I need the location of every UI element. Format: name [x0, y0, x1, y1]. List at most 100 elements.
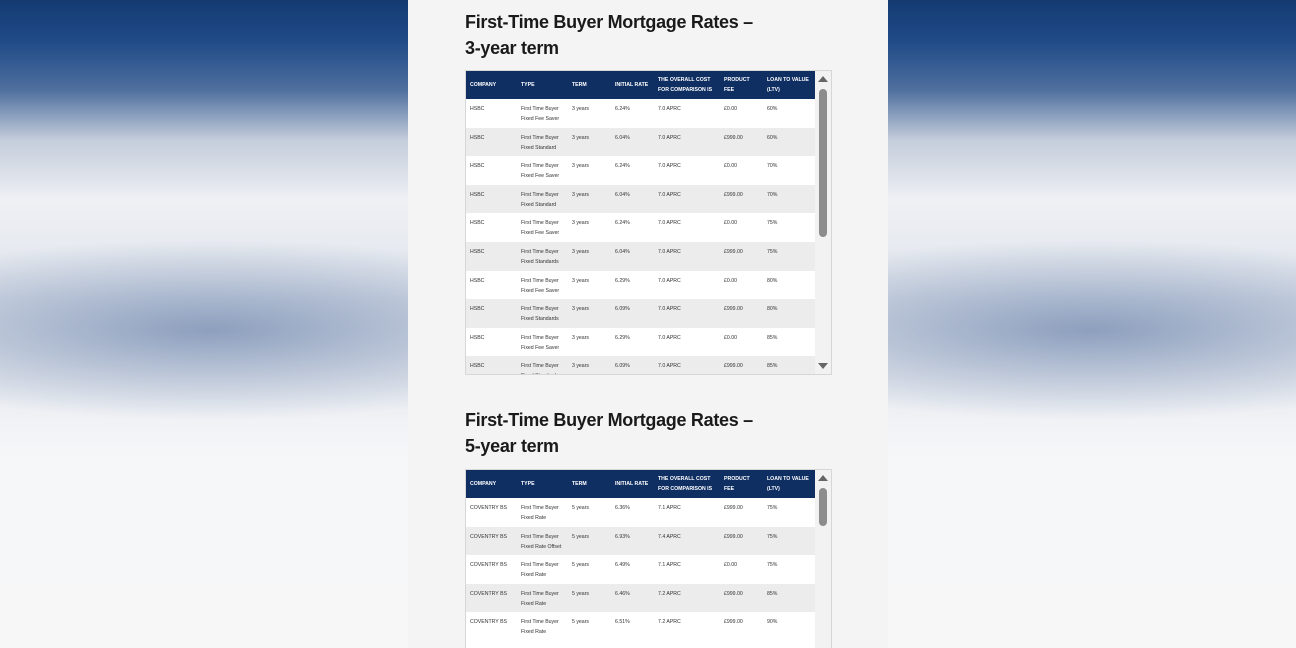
- cell-ltv: 85%: [763, 583, 815, 613]
- header-overall-cost: THE OVERALL COST FOR COMPARISON IS: [654, 71, 720, 99]
- cell-initial-rate: 6.29%: [611, 327, 654, 357]
- cell-company: HSBC: [466, 184, 517, 214]
- cell-overall-cost: 7.0 APRC: [654, 127, 720, 157]
- header-initial-rate: INITIAL RATE: [611, 470, 654, 498]
- cell-initial-rate: 6.36%: [611, 498, 654, 527]
- table-scrollbar[interactable]: [815, 71, 831, 374]
- cell-overall-cost: 7.4 APRC: [654, 526, 720, 556]
- cell-company: HSBC: [466, 327, 517, 357]
- cell-ltv: 80%: [763, 270, 815, 300]
- cell-type-line2: Fixed Fee Saver: [521, 344, 560, 351]
- cell-overall-cost: 7.0 APRC: [654, 184, 720, 214]
- cell-ltv: 70%: [763, 156, 815, 185]
- header-ltv: LOAN TO VALUE (LTV): [763, 71, 815, 99]
- header-initial-rate: INITIAL RATE: [611, 71, 654, 99]
- table-row: HSBC First Time Buyer Fixed Standards 3 yea…: [466, 356, 815, 374]
- cell-type-line1: First Time Buyer: [521, 334, 559, 341]
- section-title-5-year: First-Time Buyer Mortgage Rates – 5-year…: [465, 407, 765, 459]
- cell-company: HSBC: [466, 270, 517, 300]
- cell-initial-rate: 6.51%: [611, 612, 654, 641]
- cell-ltv: 75%: [763, 555, 815, 584]
- table-header-row: COMPANY TYPE TERM INITIAL RATE THE OVERA…: [466, 71, 815, 99]
- cell-product-fee: £0.00: [720, 555, 763, 584]
- cell-initial-rate: 6.04%: [611, 127, 654, 157]
- cell-company: COVENTRY BS: [466, 612, 517, 641]
- cell-company: HSBC: [466, 299, 517, 328]
- table-row: COVENTRY BS First Time Buyer Fixed Rate 5 y…: [466, 612, 815, 641]
- cell-overall-cost: 7.1 APRC: [654, 555, 720, 584]
- cell-ltv: 85%: [763, 327, 815, 357]
- table-row: HSBC First Time Buyer Fixed Standards 3 yea…: [466, 241, 815, 271]
- cell-initial-rate: 6.24%: [611, 99, 654, 128]
- cell-ltv: 60%: [763, 127, 815, 157]
- cell-type-line1: First Time Buyer: [521, 306, 559, 313]
- cell-overall-cost: 7.0 APRC: [654, 356, 720, 374]
- section-title-3-year: First-Time Buyer Mortgage Rates – 3-year…: [465, 9, 765, 61]
- cell-company: HSBC: [466, 99, 517, 128]
- cell-type: First Time Buyer Fixed Rate: [517, 555, 568, 584]
- cell-overall-cost: 7.0 APRC: [654, 156, 720, 185]
- cell-type: First Time Buyer Fixed Standard: [517, 127, 568, 157]
- header-ltv: LOAN TO VALUE (LTV): [763, 470, 815, 498]
- cell-type-line1: First Time Buyer: [521, 191, 559, 198]
- cell-type: First Time Buyer Fixed Fee Saver: [517, 156, 568, 185]
- scroll-up-icon[interactable]: [818, 76, 828, 82]
- cell-overall-cost: 7.0 APRC: [654, 327, 720, 357]
- table-row: COVENTRY BS First Time Buyer Fixed Rate 5 y…: [466, 498, 815, 527]
- cell-type-line2: Fixed Rate: [521, 572, 547, 579]
- table-scrollbar[interactable]: [815, 470, 831, 648]
- cell-product-fee: £0.00: [720, 270, 763, 300]
- cell-type-line1: First Time Buyer: [521, 134, 559, 141]
- cell-company: COVENTRY BS: [466, 583, 517, 613]
- cell-type-line1: First Time Buyer: [521, 220, 559, 227]
- table-header-row: COMPANY TYPE TERM INITIAL RATE THE OVERA…: [466, 470, 815, 498]
- scrollbar-thumb[interactable]: [819, 89, 827, 237]
- cell-type-line2: Fixed Standard: [521, 201, 557, 208]
- scroll-down-icon[interactable]: [818, 363, 828, 369]
- cell-type: First Time Buyer Fixed Fee Saver: [517, 99, 568, 128]
- cell-type: First Time Buyer Fixed Rate: [517, 612, 568, 641]
- rates-table-5-year[interactable]: COMPANY TYPE TERM INITIAL RATE THE OVERA…: [465, 469, 832, 648]
- cell-type-line2: Fixed Rate: [521, 515, 547, 521]
- rates-table-3-year[interactable]: COMPANY TYPE TERM INITIAL RATE THE OVERA…: [465, 70, 832, 375]
- table-row: HSBC First Time Buyer Fixed Fee Saver 3 yea…: [466, 327, 815, 357]
- cell-product-fee: £999.00: [720, 127, 763, 157]
- header-overall-cost: THE OVERALL COST FOR COMPARISON IS: [654, 470, 720, 498]
- cell-type: First Time Buyer Fixed Fee Saver: [517, 327, 568, 357]
- cell-product-fee: £999.00: [720, 184, 763, 214]
- table-row: HSBC First Time Buyer Fixed Fee Saver 3 yea…: [466, 213, 815, 242]
- cell-company: COVENTRY BS: [466, 555, 517, 584]
- cell-product-fee: £999.00: [720, 241, 763, 271]
- cell-ltv: 85%: [763, 356, 815, 374]
- cell-type-line2: Fixed Standards: [521, 373, 559, 374]
- cell-initial-rate: 6.29%: [611, 270, 654, 300]
- cell-initial-rate: 6.46%: [611, 583, 654, 613]
- cell-company: COVENTRY BS: [466, 498, 517, 527]
- scroll-up-icon[interactable]: [818, 475, 828, 481]
- cell-type-line1: First Time Buyer: [521, 505, 559, 511]
- table-row: HSBC First Time Buyer Fixed Standard 3 year…: [466, 127, 815, 157]
- cell-overall-cost: 7.0 APRC: [654, 270, 720, 300]
- cell-product-fee: £0.00: [720, 327, 763, 357]
- cell-term: 5 years: [568, 555, 611, 584]
- cell-type: First Time Buyer Fixed Standards: [517, 241, 568, 271]
- header-company: COMPANY: [466, 470, 517, 498]
- scrollbar-thumb[interactable]: [819, 488, 827, 526]
- cell-term: 3 years: [568, 356, 611, 374]
- cell-ltv: 75%: [763, 213, 815, 242]
- cell-term: 3 years: [568, 156, 611, 185]
- cell-ltv: 60%: [763, 99, 815, 128]
- cell-ltv: 75%: [763, 526, 815, 556]
- cell-type-line2: Fixed Standards: [521, 258, 559, 265]
- cell-overall-cost: 7.2 APRC: [654, 612, 720, 641]
- cell-company: HSBC: [466, 241, 517, 271]
- header-type: TYPE: [517, 470, 568, 498]
- cell-product-fee: £999.00: [720, 498, 763, 527]
- cell-type: First Time Buyer Fixed Standards: [517, 356, 568, 374]
- cell-type: First Time Buyer Fixed Rate Offset: [517, 526, 568, 556]
- cell-overall-cost: 7.0 APRC: [654, 213, 720, 242]
- cell-product-fee: £999.00: [720, 583, 763, 613]
- cell-type-line2: Fixed Fee Saver: [521, 230, 560, 237]
- cell-type-line1: First Time Buyer: [521, 619, 559, 626]
- cell-type: First Time Buyer Fixed Standards: [517, 299, 568, 328]
